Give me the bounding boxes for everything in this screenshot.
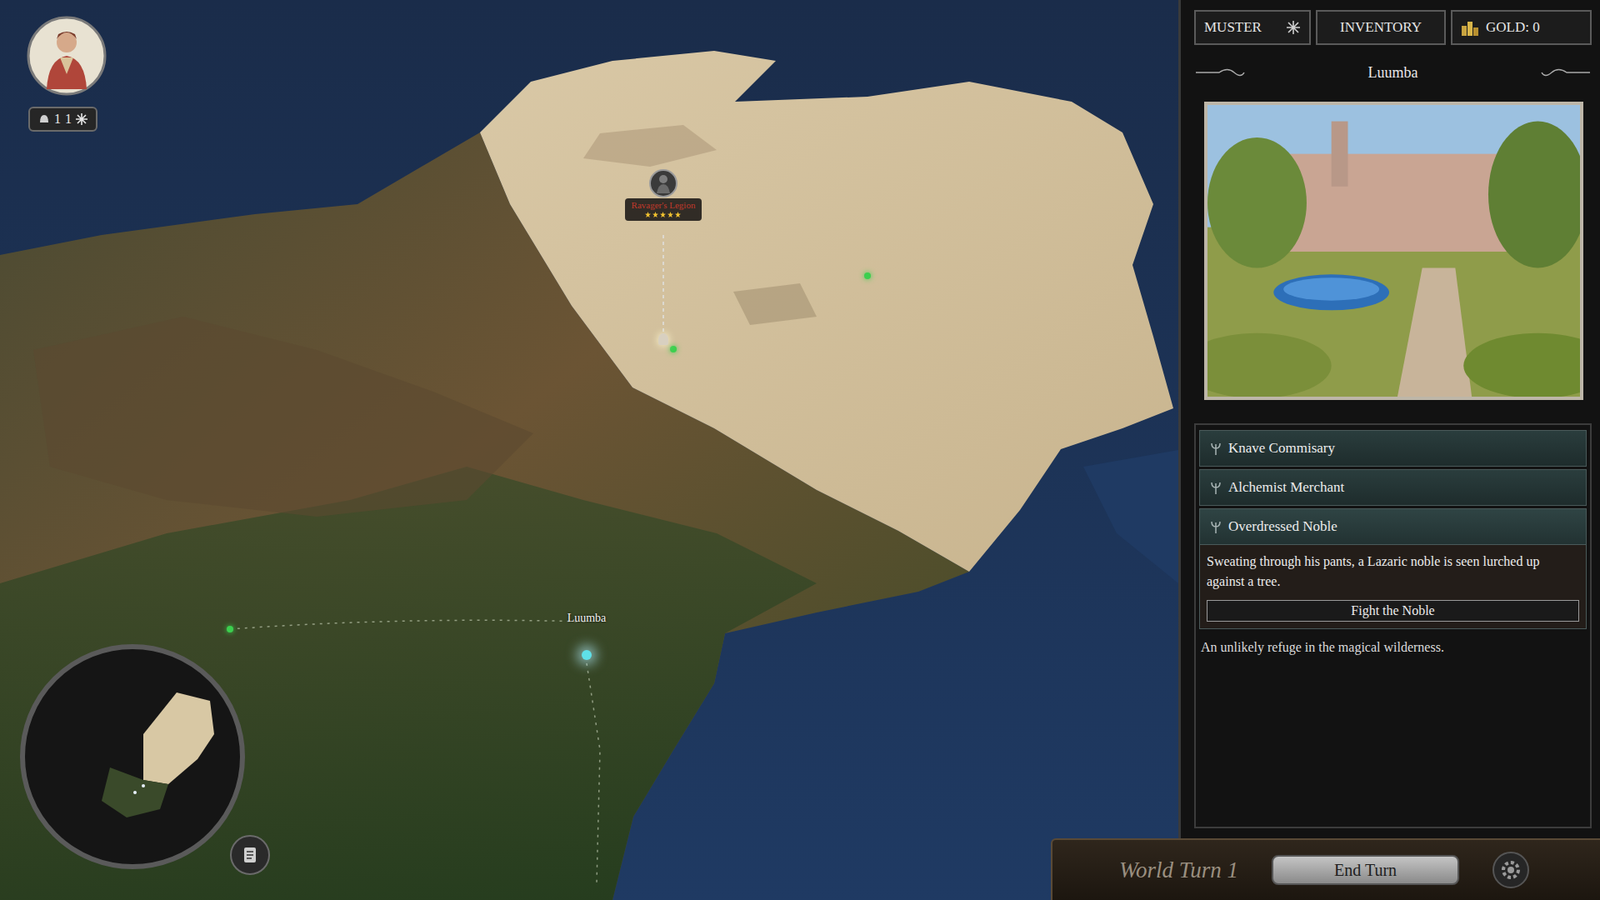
muster-button[interactable]: MUSTER — [1194, 10, 1311, 45]
trident-icon — [1210, 480, 1222, 495]
star-icon — [660, 211, 666, 218]
player-marker[interactable] — [658, 333, 669, 345]
location-title: Luumba — [1368, 64, 1419, 82]
encounter-header[interactable]: Overdressed Noble — [1199, 508, 1587, 545]
hero-portrait[interactable] — [26, 15, 107, 96]
badge-count: 1 — [54, 111, 61, 127]
star-icon — [675, 211, 681, 218]
minimap-icon — [18, 642, 247, 871]
location-painting — [1204, 101, 1584, 400]
ornament-icon — [1194, 65, 1246, 80]
gold-label: GOLD: 0 — [1485, 19, 1540, 36]
army-name: Ravager's Legion — [631, 200, 696, 210]
location-description: An unlikely refuge in the magical wilder… — [1200, 640, 1587, 655]
log-button[interactable] — [230, 835, 270, 875]
army-stars — [645, 211, 681, 218]
inventory-button[interactable]: INVENTORY — [1315, 10, 1446, 45]
end-turn-button[interactable]: End Turn — [1271, 855, 1460, 885]
encounter-name: Knave Commisary — [1228, 440, 1335, 457]
army-marker[interactable]: Ravager's Legion — [613, 168, 714, 221]
hero-icon — [26, 15, 107, 96]
encounter-item[interactable]: Knave Commisary — [1199, 430, 1587, 467]
scroll-icon — [239, 844, 261, 866]
location-header: Luumba — [1194, 55, 1592, 90]
gold-icon — [1460, 19, 1480, 36]
map-marker[interactable] — [670, 345, 677, 353]
encounter-details: Sweating through his pants, a Lazaric no… — [1199, 545, 1587, 630]
location-panel: MUSTER INVENTORY GOLD: 0 Luumba Knave Commis… — [1178, 0, 1600, 900]
encounter-header[interactable]: Knave Commisary — [1199, 430, 1587, 467]
star-icon — [645, 211, 651, 218]
game-screen: 11 Ravager's Legion Luumba MUSTER INVENTORY G… — [0, 0, 1600, 900]
badge-count: 1 — [65, 111, 72, 127]
army-icon — [648, 168, 679, 199]
star-icon — [75, 113, 88, 125]
map-marker[interactable] — [226, 625, 234, 633]
inventory-label: INVENTORY — [1340, 19, 1422, 36]
ornament-icon — [1540, 65, 1592, 80]
encounter-name: Alchemist Merchant — [1228, 479, 1345, 496]
trident-icon — [1210, 441, 1222, 455]
encounter-box: Knave Commisary Alchemist Merchant Overdre… — [1194, 423, 1592, 829]
encounter-name: Overdressed Noble — [1228, 518, 1338, 535]
encounter-item[interactable]: Alchemist Merchant — [1199, 469, 1587, 506]
trident-icon — [1210, 520, 1222, 534]
snowflake-icon — [1285, 20, 1301, 35]
town-marker[interactable]: Luumba — [553, 611, 620, 660]
map-marker[interactable] — [864, 272, 871, 280]
star-icon — [667, 211, 674, 218]
turn-label: World Turn 1 — [1119, 857, 1239, 884]
town-icon — [581, 650, 592, 660]
gear-icon — [1499, 858, 1523, 882]
encounter-header[interactable]: Alchemist Merchant — [1199, 469, 1587, 506]
top-bar: MUSTER INVENTORY GOLD: 0 — [1194, 10, 1592, 45]
helmet-icon — [38, 113, 50, 125]
settings-button[interactable] — [1492, 851, 1530, 889]
painting-image — [1207, 105, 1580, 397]
encounter-text: Sweating through his pants, a Lazaric no… — [1206, 551, 1580, 592]
army-banner: Ravager's Legion — [625, 198, 703, 221]
turn-bar: World Turn 1 End Turn — [1050, 838, 1600, 900]
gold-counter: GOLD: 0 — [1450, 10, 1592, 45]
action-button[interactable]: Fight the Noble — [1206, 600, 1580, 622]
hero-badge: 11 — [28, 106, 98, 132]
minimap[interactable] — [18, 642, 247, 871]
world-map[interactable]: 11 Ravager's Legion Luumba — [0, 0, 1179, 900]
star-icon — [652, 211, 659, 218]
muster-label: MUSTER — [1204, 19, 1262, 36]
town-name: Luumba — [567, 611, 607, 625]
encounter-item[interactable]: Overdressed Noble Sweating through his pa… — [1199, 508, 1587, 630]
